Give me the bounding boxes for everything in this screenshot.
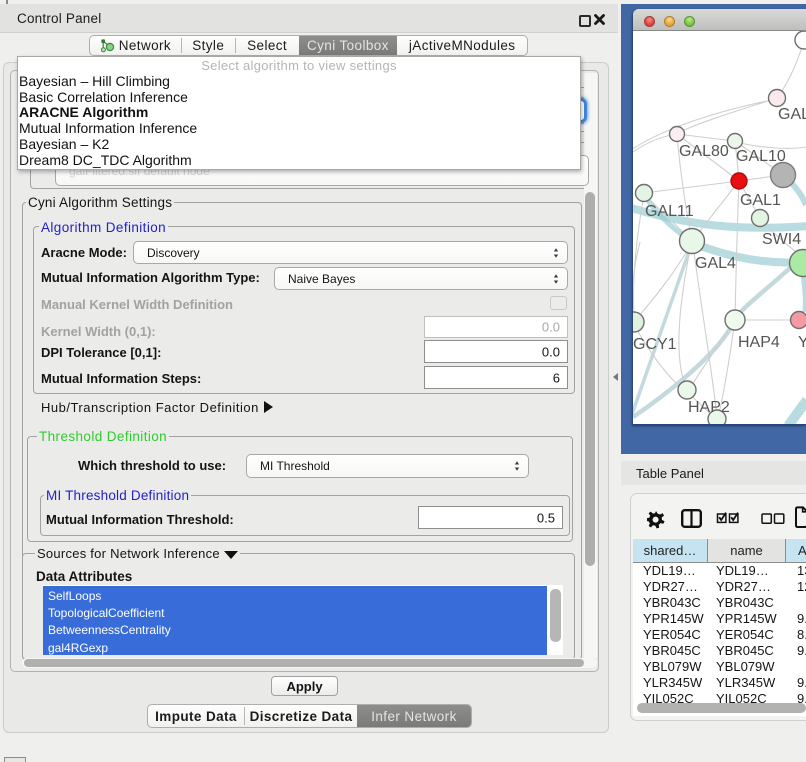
svg-text:HAP4: HAP4	[738, 334, 780, 351]
svg-text:GAL11: GAL11	[645, 203, 694, 220]
svg-text:GAL1: GAL1	[740, 192, 781, 209]
svg-text:YJR: YJR	[798, 334, 806, 351]
svg-text:GAL4: GAL4	[695, 255, 736, 272]
svg-text:SWI4: SWI4	[762, 231, 801, 248]
svg-text:GAL10: GAL10	[736, 148, 786, 165]
svg-text:GCY1: GCY1	[633, 336, 677, 353]
svg-text:HAP2: HAP2	[688, 399, 730, 416]
svg-text:GAL80: GAL80	[679, 143, 729, 160]
svg-text:GAL7: GAL7	[778, 106, 806, 123]
